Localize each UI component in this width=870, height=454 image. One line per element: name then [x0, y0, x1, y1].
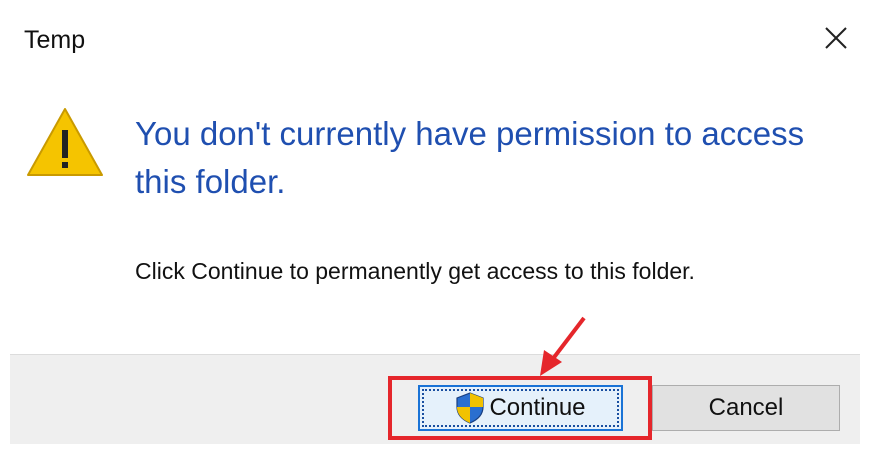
warning-icon	[27, 108, 103, 176]
highlight-box	[388, 376, 652, 440]
cancel-label: Cancel	[708, 394, 784, 421]
close-icon	[825, 27, 847, 49]
window-title: Temp	[24, 26, 86, 54]
main-instruction: You don't currently have permission to a…	[135, 115, 805, 200]
cancel-button[interactable]: Cancel	[652, 385, 840, 431]
pointer-arrow-icon	[540, 316, 586, 376]
close-button[interactable]	[816, 18, 856, 58]
content-text: Click Continue to permanently get access…	[135, 258, 695, 284]
title-bar: Temp	[10, 10, 860, 74]
permission-dialog: Temp You don't currently have permission…	[10, 10, 860, 444]
